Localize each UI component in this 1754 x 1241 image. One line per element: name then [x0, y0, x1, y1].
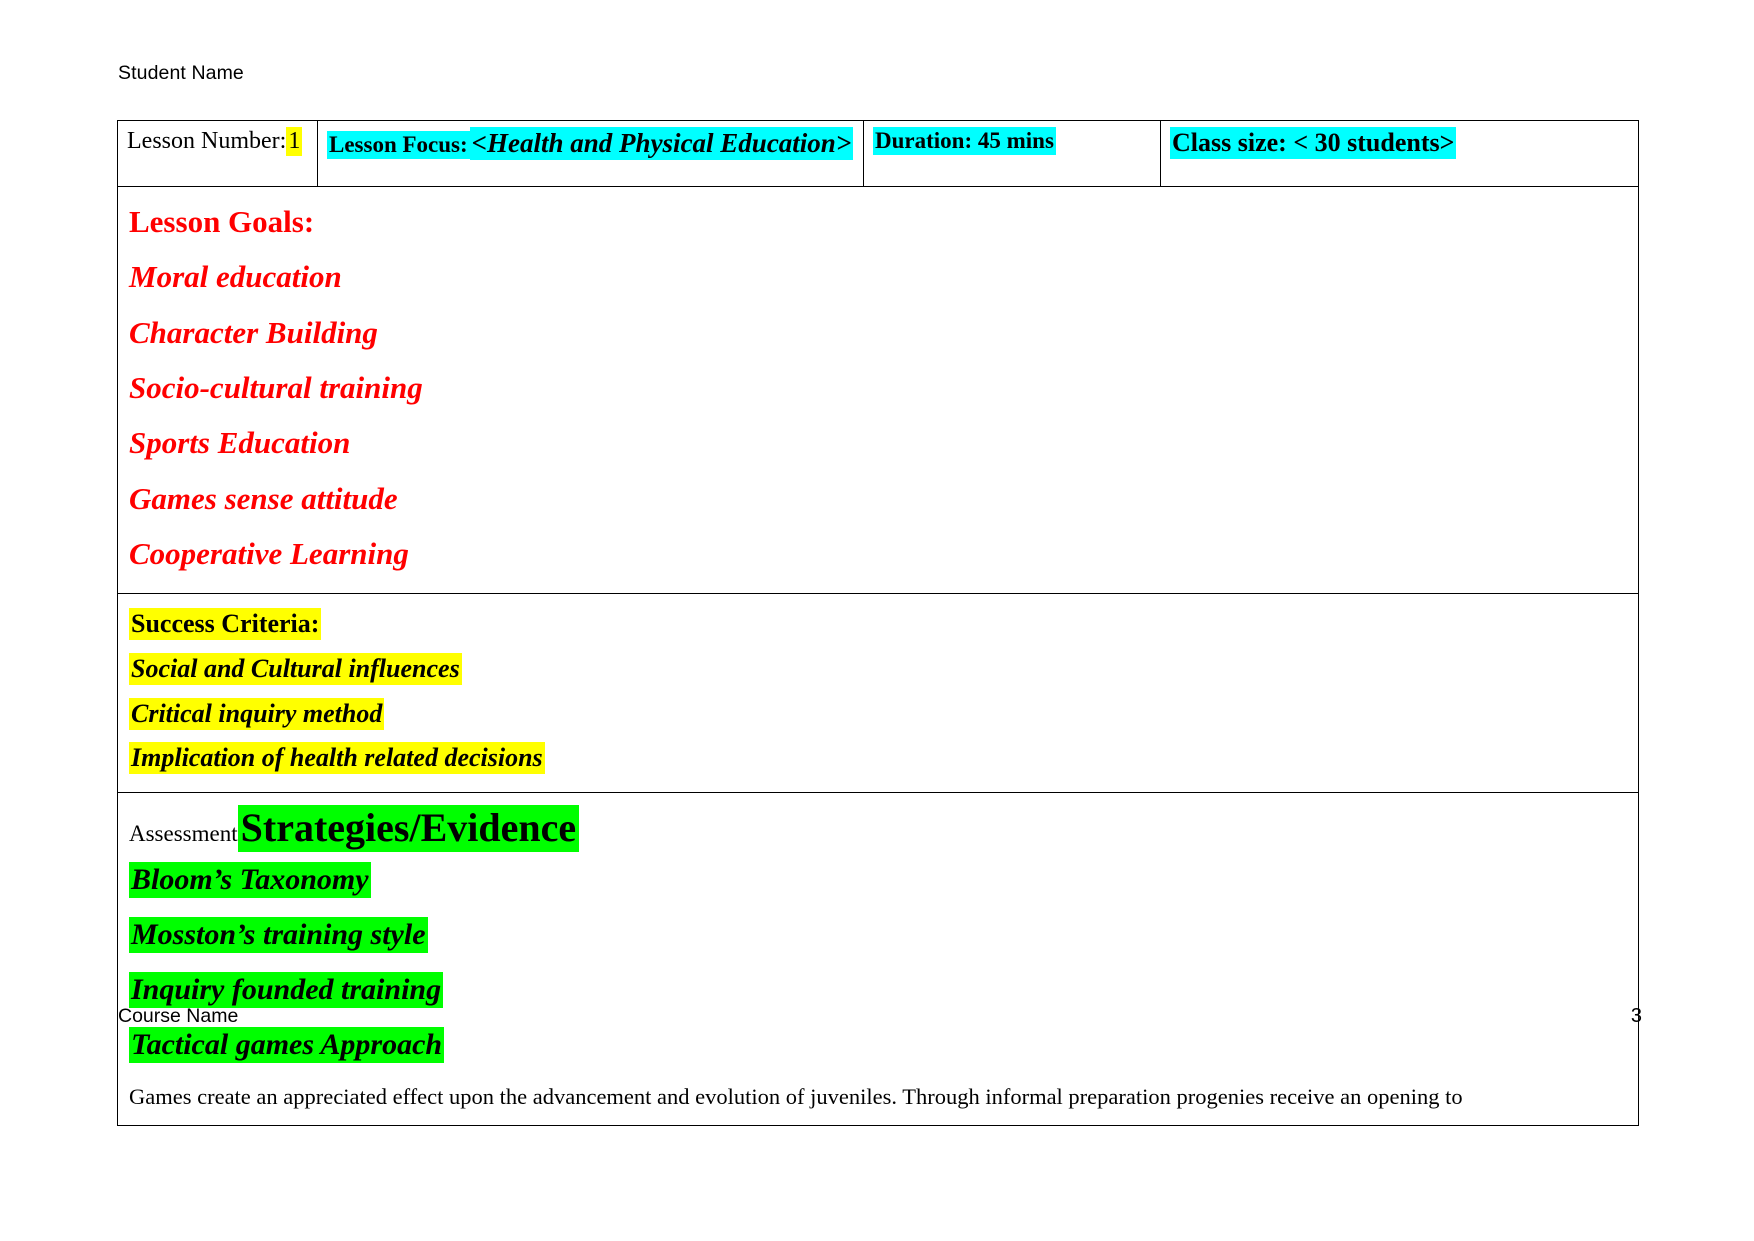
lesson-number-label: Lesson Number: — [127, 128, 287, 154]
assessment-strategy-text: Tactical games Approach — [129, 1027, 445, 1064]
assessment-strategy-item: Inquiry founded training — [129, 962, 1624, 1017]
class-size-value[interactable]: Class size: < 30 students> — [1170, 127, 1457, 159]
table-header-row: Lesson Number:1 Lesson Focus: <Health and… — [117, 120, 1639, 187]
success-criteria-item: Social and Cultural influences — [129, 646, 1624, 691]
assessment-heading: AssessmentStrategies/Evidence — [129, 802, 1624, 852]
duration-cell: Duration: 45 mins — [863, 120, 1161, 187]
assessment-strategy-item: Tactical games Approach — [129, 1017, 1624, 1072]
assessment-strategies-heading: Strategies/Evidence — [237, 804, 580, 852]
success-criteria-cell: Success Criteria: Social and Cultural in… — [117, 593, 1639, 793]
assessment-label: Assessment — [129, 820, 238, 846]
assessment-strategy-text: Inquiry founded training — [129, 972, 444, 1009]
lesson-number-cell: Lesson Number:1 — [117, 120, 318, 187]
running-footer-course-name: Course Name — [118, 1005, 239, 1027]
assessment-paragraph: Games create an appreciated effect upon … — [129, 1083, 1463, 1109]
success-criteria-heading-text: Success Criteria: — [129, 608, 322, 641]
lesson-goal-item: Socio-cultural training — [129, 369, 423, 405]
success-criteria-item-text: Critical inquiry method — [129, 697, 385, 730]
document-page: Student Name Lesson Number:1 Lesson Focu… — [0, 0, 1754, 1241]
running-header-student-name: Student Name — [118, 62, 244, 84]
success-criteria-item: Critical inquiry method — [129, 691, 1624, 736]
lesson-goal-item: Games sense attitude — [129, 480, 398, 516]
assessment-strategy-text: Mosston’s training style — [129, 916, 428, 953]
class-size-cell: Class size: < 30 students> — [1160, 120, 1639, 187]
lesson-goal-item: Character Building — [129, 314, 378, 350]
success-criteria-item-text: Implication of health related decisions — [129, 742, 545, 775]
success-criteria-row: Success Criteria: Social and Cultural in… — [117, 593, 1639, 793]
assessment-strategy-item: Bloom’s Taxonomy — [129, 852, 1624, 907]
success-criteria-item: Implication of health related decisions — [129, 735, 1624, 780]
assessment-cell: AssessmentStrategies/Evidence Bloom’s Ta… — [117, 791, 1639, 1126]
lesson-number-value[interactable]: 1 — [286, 127, 303, 156]
duration-value[interactable]: Duration: 45 mins — [873, 127, 1056, 155]
success-criteria-heading: Success Criteria: — [129, 603, 1624, 646]
assessment-strategy-item: Mosston’s training style — [129, 907, 1624, 962]
lesson-goal-item: Sports Education — [129, 425, 351, 461]
lesson-goals-heading: Lesson Goals: — [129, 204, 315, 239]
assessment-row: AssessmentStrategies/Evidence Bloom’s Ta… — [117, 791, 1639, 1126]
lesson-focus-label: Lesson Focus: — [327, 131, 470, 159]
assessment-strategy-text: Bloom’s Taxonomy — [129, 861, 371, 898]
page-number: 3 — [1630, 1005, 1642, 1027]
lesson-goals-row: Lesson Goals: Moral education Character … — [117, 185, 1639, 595]
lesson-goals-cell: Lesson Goals: Moral education Character … — [117, 185, 1639, 595]
lesson-goal-item: Cooperative Learning — [129, 535, 409, 571]
lesson-goal-item: Moral education — [129, 259, 342, 295]
lesson-plan-table: Lesson Number:1 Lesson Focus: <Health and… — [117, 120, 1639, 1126]
success-criteria-item-text: Social and Cultural influences — [129, 652, 462, 685]
lesson-focus-cell: Lesson Focus: <Health and Physical Educat… — [317, 120, 864, 187]
lesson-focus-value[interactable]: <Health and Physical Education> — [469, 127, 854, 160]
